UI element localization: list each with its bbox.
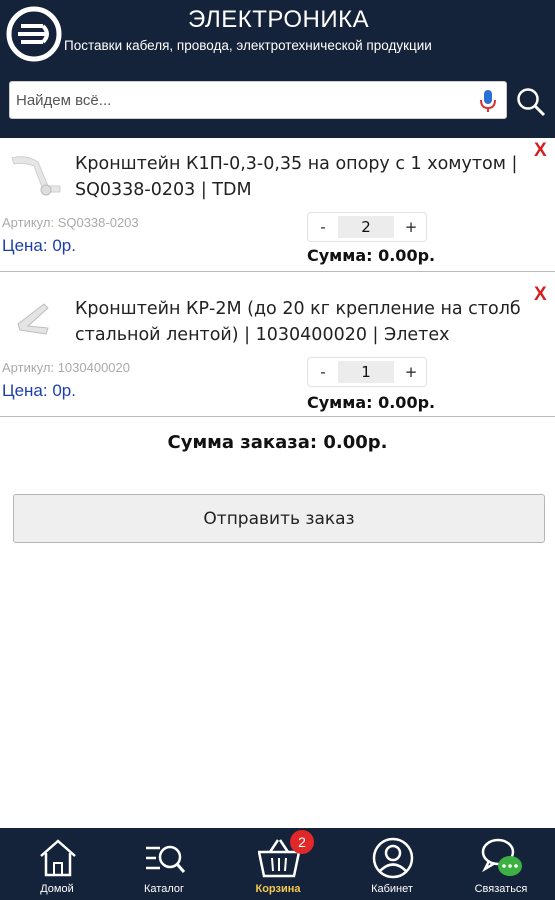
remove-item-button[interactable]: X	[534, 284, 547, 306]
app-title: ЭЛЕКТРОНИКА	[188, 6, 370, 33]
item-sum: Сумма: 0.00р.	[307, 246, 436, 265]
nav-label: Корзина	[255, 883, 301, 895]
home-icon	[40, 839, 76, 877]
search-input[interactable]	[16, 82, 471, 118]
item-price: Цена: 0р.	[2, 381, 76, 400]
item-sku: Артикул: 1030400020	[2, 360, 130, 375]
bracket-photo-icon	[17, 303, 49, 335]
user-icon	[372, 837, 414, 879]
qty-decrease-button[interactable]: -	[308, 358, 338, 386]
nav-label: Домой	[40, 883, 74, 895]
item-name[interactable]: Кронштейн КР-2М (до 20 кг крепление на с…	[75, 296, 530, 348]
qty-increase-button[interactable]: +	[396, 358, 426, 386]
quantity-stepper: - 2 +	[307, 212, 427, 242]
qty-value[interactable]: 2	[338, 216, 394, 238]
app-subtitle: Поставки кабеля, провода, электротехниче…	[64, 38, 432, 53]
app-header: ЭЛЕКТРОНИКА Поставки кабеля, провода, эл…	[0, 0, 555, 138]
bracket-photo-icon	[11, 156, 61, 196]
qty-increase-button[interactable]: +	[396, 213, 426, 241]
item-name[interactable]: Кронштейн К1П-0,3-0,35 на опору с 1 хому…	[75, 151, 530, 203]
qty-value[interactable]: 1	[338, 361, 394, 383]
item-sku: Артикул: SQ0338-0203	[2, 215, 139, 230]
nav-item-contact[interactable]: Связаться	[461, 828, 541, 900]
cart-item: Кронштейн К1П-0,3-0,35 на опору с 1 хому…	[0, 138, 555, 272]
search-box	[9, 81, 507, 119]
nav-label: Кабинет	[371, 883, 413, 895]
submit-order-button[interactable]: Отправить заказ	[13, 494, 545, 543]
chat-icon	[481, 838, 522, 876]
nav-item-home[interactable]: Домой	[17, 828, 97, 900]
item-sum: Сумма: 0.00р.	[307, 393, 436, 412]
remove-item-button[interactable]: X	[534, 140, 547, 162]
nav-label: Каталог	[144, 883, 184, 895]
cart-item: Кронштейн КР-2М (до 20 кг крепление на с…	[0, 272, 555, 417]
catalog-search-icon	[146, 845, 186, 873]
item-price: Цена: 0р.	[2, 236, 76, 255]
bottom-nav: Домой Каталог 2 Корзина Кабинет Связатьс…	[0, 828, 555, 900]
nav-item-catalog[interactable]: Каталог	[124, 828, 204, 900]
qty-decrease-button[interactable]: -	[308, 213, 338, 241]
quantity-stepper: - 1 +	[307, 357, 427, 387]
microphone-icon[interactable]	[478, 89, 498, 113]
order-total: Сумма заказа: 0.00р.	[167, 432, 388, 453]
search-icon[interactable]	[515, 86, 547, 118]
nav-item-cart[interactable]: 2 Корзина	[238, 828, 318, 900]
nav-label: Связаться	[474, 883, 528, 895]
logo-icon[interactable]	[6, 6, 62, 62]
cart-count-badge: 2	[290, 830, 314, 854]
nav-item-account[interactable]: Кабинет	[352, 828, 432, 900]
